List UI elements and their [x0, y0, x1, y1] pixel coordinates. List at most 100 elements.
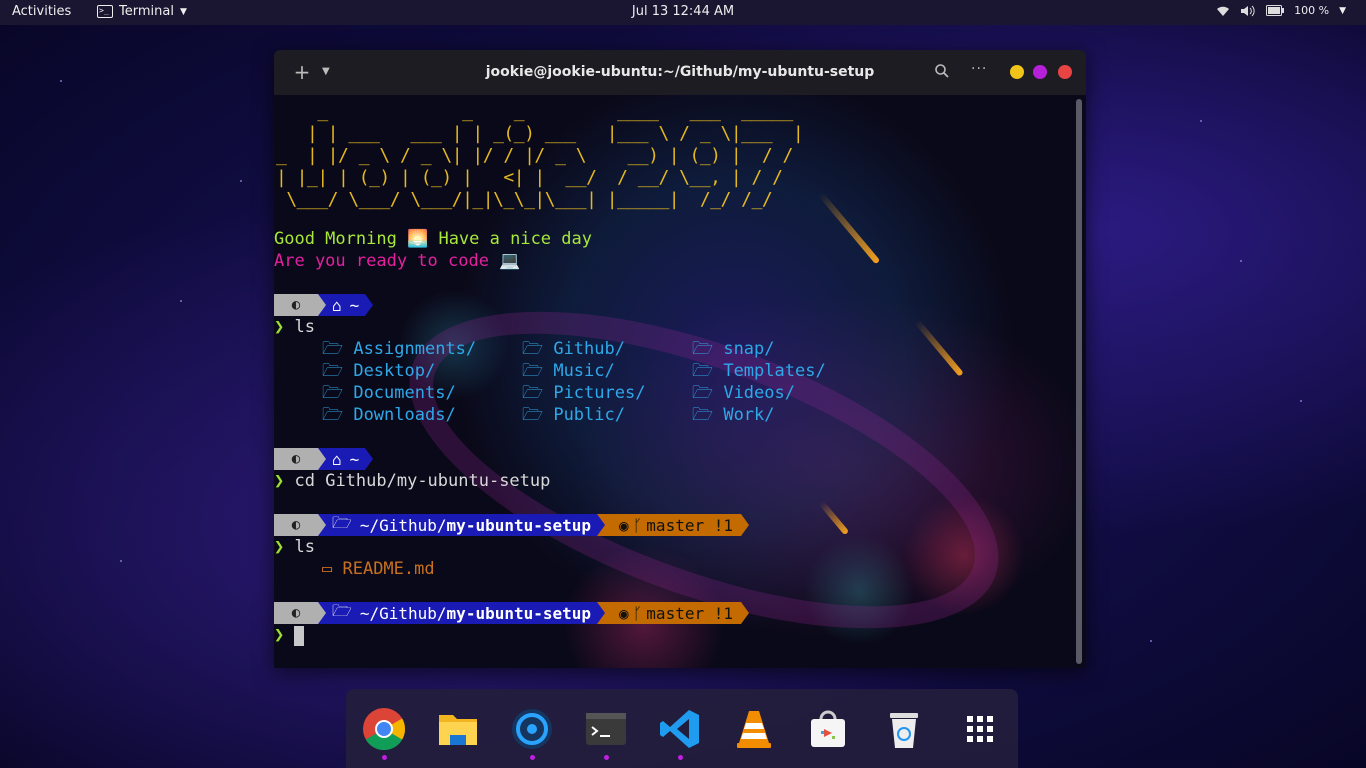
command-line: ❯ — [274, 624, 284, 646]
dir-name: Github/ — [553, 339, 625, 359]
wallpaper-comet — [817, 191, 881, 265]
pulse-browser-icon — [512, 709, 552, 749]
dock-item-vscode[interactable] — [658, 707, 702, 760]
title-bar[interactable]: + ▼ jookie@jookie-ubuntu:~/Github/my-ubu… — [274, 50, 1086, 95]
powerline-arrow — [741, 602, 749, 624]
dock-item-trash[interactable] — [882, 707, 926, 751]
dir-name: Documents/ — [353, 383, 456, 403]
command-line: ❯ ls — [274, 536, 315, 558]
star — [1300, 400, 1302, 402]
chevron-down-icon: ▼ — [1339, 5, 1346, 16]
battery-icon — [1266, 5, 1285, 16]
git-branch-label: master !1 — [646, 515, 733, 535]
show-applications-button[interactable] — [958, 707, 1002, 751]
window-title: jookie@jookie-ubuntu:~/Github/my-ubuntu-… — [485, 64, 875, 80]
star — [1150, 640, 1152, 642]
running-indicator — [604, 755, 609, 760]
git-segment: ◉ ᚴ master !1 — [605, 514, 741, 536]
list-item: 🗁 Documents/ — [322, 383, 456, 403]
dock-item-chrome[interactable] — [362, 707, 406, 760]
dir-name: Templates/ — [723, 361, 826, 381]
prompt-segment: ◐ ⌂ ~ — [274, 448, 374, 470]
command-line: ❯ ls — [274, 316, 315, 338]
maximize-button[interactable] — [1033, 65, 1047, 79]
dir-name: Pictures/ — [553, 383, 646, 403]
path-prefix: ~/Github/ — [359, 603, 447, 623]
search-icon[interactable] — [934, 63, 950, 79]
powerline-arrow — [318, 294, 326, 316]
powerline-arrow — [365, 448, 374, 470]
greeting-line-2: Are you ready to code 💻 — [274, 251, 521, 271]
branch-icon: ᚴ — [632, 603, 643, 623]
path-segment: ⌂ ~ — [326, 448, 366, 470]
menu-icon[interactable]: ··· — [971, 61, 987, 77]
powerline-arrow — [365, 294, 374, 316]
clock[interactable]: Jul 13 12:44 AM — [0, 4, 1366, 19]
path-current: my-ubuntu-setup — [446, 603, 592, 623]
star — [60, 80, 62, 82]
dock-item-browser[interactable] — [510, 707, 554, 760]
grid-icon — [967, 716, 993, 742]
list-item: 🗁 Pictures/ — [522, 383, 646, 403]
dock-item-software[interactable] — [806, 707, 850, 751]
prompt-segment: ◐ ⌂ ~ — [274, 294, 374, 316]
dir-name: snap/ — [723, 339, 775, 359]
running-indicator — [678, 755, 683, 760]
list-item: 🗁 Github/ — [522, 339, 625, 359]
greeting-line-1: Good Morning 🌅 Have a nice day — [274, 229, 592, 249]
scrollbar[interactable] — [1076, 99, 1082, 664]
powerline-arrow — [318, 448, 326, 470]
dir-name: Downloads/ — [353, 405, 456, 425]
prompt-segment: ◐ 🗁 ~/Github/my-ubuntu-setup ◉ ᚴ master !1 — [274, 513, 749, 536]
dock-item-files[interactable] — [436, 707, 480, 751]
command-line: ❯ cd Github/my-ubuntu-setup — [274, 470, 550, 492]
home-icon: ⌂ — [332, 449, 342, 469]
volume-icon — [1241, 5, 1255, 16]
list-item: 🗁 Work/ — [692, 405, 775, 425]
list-item: ▭ README.md — [322, 559, 435, 579]
list-item: 🗁 Assignments/ — [322, 339, 477, 359]
path-prefix: ~/Github/ — [359, 515, 447, 535]
star — [1240, 260, 1242, 262]
list-item: 🗁 Videos/ — [692, 383, 795, 403]
dir-name: Public/ — [553, 405, 625, 425]
clock-label: Jul 13 12:44 AM — [631, 4, 735, 19]
file-name: README.md — [342, 559, 435, 579]
path-label: ~ — [349, 449, 360, 469]
system-tray[interactable]: 100 % ▼ — [1216, 4, 1346, 17]
prompt-segment: ◐ 🗁 ~/Github/my-ubuntu-setup ◉ ᚴ master !1 — [274, 600, 749, 624]
running-indicator — [382, 755, 387, 760]
vscode-icon — [660, 710, 699, 748]
git-segment: ◉ ᚴ master !1 — [605, 602, 741, 624]
ubuntu-icon: ◐ — [274, 448, 318, 470]
chrome-icon — [363, 708, 406, 751]
prompt-chevron: ❯ — [274, 317, 285, 337]
powerline-arrow — [597, 514, 606, 536]
shopping-bag-icon — [811, 710, 845, 747]
dock-item-terminal[interactable] — [584, 707, 628, 760]
list-item: 🗁 Music/ — [522, 361, 615, 381]
github-icon: ◉ — [619, 515, 629, 535]
terminal-body[interactable]: _ _ _ ____ ___ _____ | | ___ ___ | | _(_… — [274, 95, 1086, 668]
close-button[interactable] — [1058, 65, 1072, 79]
star — [240, 180, 242, 182]
dock-item-vlc[interactable] — [732, 707, 776, 751]
top-bar: Activities >_ Terminal ▼ Jul 13 12:44 AM… — [0, 0, 1366, 25]
minimize-button[interactable] — [1010, 65, 1024, 79]
wallpaper-comet — [914, 319, 964, 377]
list-item: 🗁 Desktop/ — [322, 361, 436, 381]
dir-name: Assignments/ — [353, 339, 477, 359]
star — [180, 300, 182, 302]
command-text: ls — [294, 317, 315, 337]
path-segment: 🗁 ~/Github/my-ubuntu-setup — [326, 600, 598, 624]
list-item: 🗁 Downloads/ — [322, 405, 456, 425]
terminal-window: + ▼ jookie@jookie-ubuntu:~/Github/my-ubu… — [274, 50, 1086, 668]
text-cursor — [294, 626, 304, 646]
list-item: 🗁 Public/ — [522, 405, 625, 425]
prompt-chevron: ❯ — [274, 537, 285, 557]
running-indicator — [530, 755, 535, 760]
folder-open-icon: 🗁 — [332, 600, 352, 620]
powerline-arrow — [597, 602, 606, 624]
star — [1200, 120, 1202, 122]
dir-name: Desktop/ — [353, 361, 436, 381]
